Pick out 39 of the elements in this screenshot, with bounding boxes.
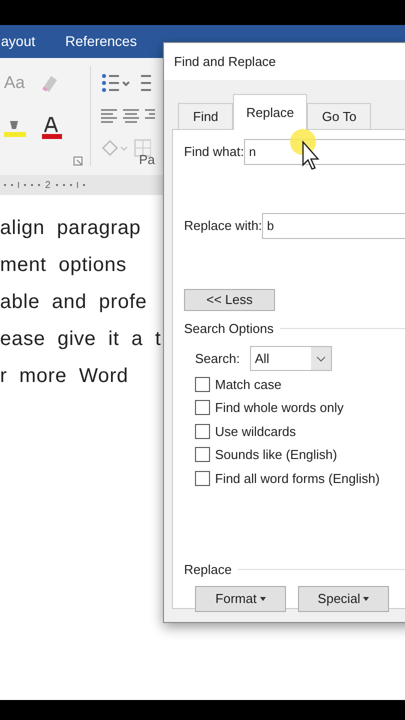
- search-dropdown[interactable]: All: [250, 346, 332, 371]
- bullet-list-icon[interactable]: [101, 72, 151, 94]
- ribbon-tab[interactable]: ayout: [1, 31, 36, 52]
- checkbox[interactable]: [195, 424, 210, 439]
- document-text-line: ease give it a t: [0, 327, 162, 352]
- section-title: Search Options: [184, 320, 274, 338]
- less-button[interactable]: << Less: [184, 289, 275, 310]
- group-label: Pa: [139, 150, 155, 168]
- caret-icon: [363, 597, 370, 601]
- dropdown-button[interactable]: Format: [195, 586, 286, 612]
- checkbox-label: Find all word forms (English): [215, 470, 380, 488]
- ruler-number: 2: [45, 178, 51, 192]
- field-label: Replace with:: [184, 217, 262, 236]
- checkbox[interactable]: [195, 376, 210, 392]
- dialog-tab[interactable]: Find: [178, 103, 234, 129]
- document-text-line: r more Word: [0, 364, 128, 389]
- align-icons[interactable]: [101, 108, 155, 124]
- field-label: Search:: [195, 350, 240, 368]
- dropdown-button[interactable]: Special: [298, 586, 389, 612]
- section-title: Replace: [184, 560, 232, 579]
- chevron-down-icon: [310, 347, 331, 370]
- dialog-tab[interactable]: Replace: [233, 94, 307, 130]
- caret-icon: [260, 597, 266, 601]
- checkbox[interactable]: [195, 447, 210, 462]
- checkbox[interactable]: [195, 470, 210, 486]
- checkbox-label: Use wildcards: [215, 422, 296, 440]
- checkbox[interactable]: [195, 400, 210, 416]
- field-label: Find what:: [184, 143, 244, 162]
- checkbox-label: Match case: [215, 376, 282, 394]
- ribbon-tab[interactable]: References: [65, 31, 137, 52]
- checkbox-label: Sounds like (English): [215, 446, 338, 464]
- dialog-launcher-icon[interactable]: [73, 156, 83, 166]
- document-text-line: ment options: [0, 253, 127, 278]
- document-text-line: align paragrap: [0, 216, 141, 241]
- checkbox-label: Find whole words only: [215, 399, 344, 417]
- document-text-line: able and profe: [0, 290, 147, 315]
- dialog-title: Find and Replace: [174, 52, 276, 71]
- dialog-tab[interactable]: Go To: [307, 103, 372, 129]
- replace-with-field[interactable]: b: [262, 213, 405, 239]
